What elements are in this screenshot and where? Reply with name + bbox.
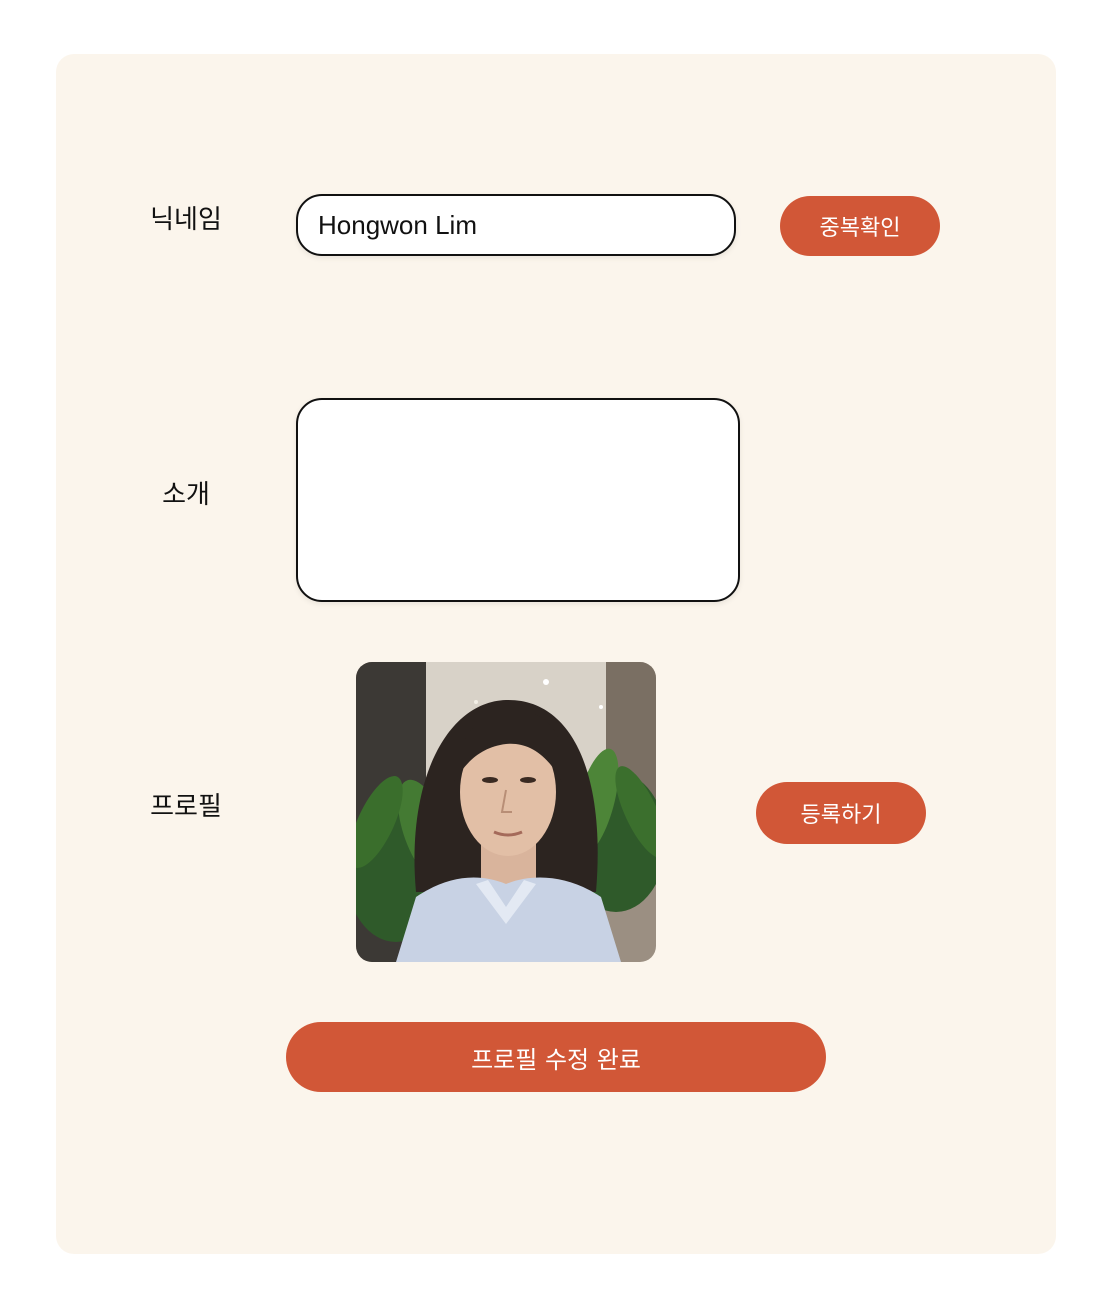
duplicate-check-button[interactable]: 중복확인 <box>780 196 940 256</box>
intro-textarea[interactable] <box>296 398 740 602</box>
submit-profile-button[interactable]: 프로필 수정 완료 <box>286 1022 826 1092</box>
profile-edit-card: 닉네임 중복확인 소개 프로필 <box>56 54 1056 1254</box>
profile-label: 프로필 <box>150 792 222 822</box>
profile-photo-image <box>356 662 656 962</box>
profile-photo <box>356 662 656 962</box>
nickname-label: 닉네임 <box>150 205 222 235</box>
register-photo-button[interactable]: 등록하기 <box>756 782 926 844</box>
intro-label: 소개 <box>162 480 210 510</box>
nickname-input[interactable] <box>296 194 736 256</box>
